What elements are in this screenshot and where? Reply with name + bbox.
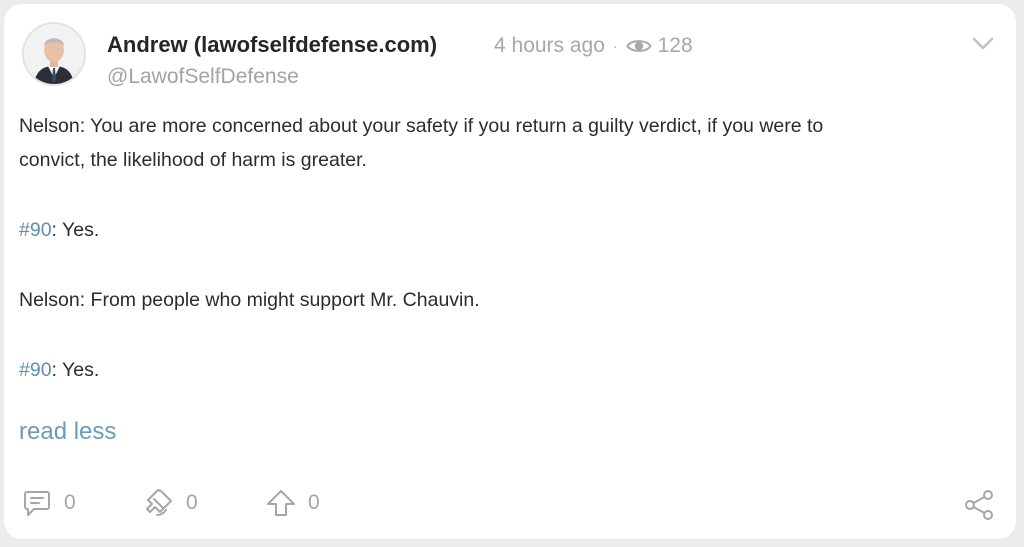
comment-button[interactable]: 0 (22, 488, 76, 518)
avatar[interactable] (22, 22, 86, 86)
upvote-arrow-icon (266, 488, 296, 518)
comment-icon (22, 488, 52, 518)
meta-separator: · (612, 38, 618, 54)
author-name[interactable]: Andrew (lawofselfdefense.com) (107, 32, 437, 58)
comment-count: 0 (64, 491, 76, 514)
post-text: : Yes. (51, 219, 100, 241)
post-paragraph: Nelson: You are more concerned about you… (19, 109, 823, 177)
eye-icon (625, 37, 652, 55)
chevron-down-icon[interactable] (970, 30, 996, 56)
repost-icon (144, 488, 174, 518)
post-text-line: Nelson: From people who might support Mr… (19, 289, 480, 311)
hashtag-link[interactable]: #90 (19, 219, 52, 241)
post-paragraph: #90: Yes. (19, 213, 99, 247)
post-text-line: Nelson: You are more concerned about you… (19, 115, 824, 137)
post-paragraph: Nelson: From people who might support Mr… (19, 283, 480, 317)
post-card: Andrew (lawofselfdefense.com) 4 hours ag… (4, 4, 1016, 539)
author-handle[interactable]: @LawofSelfDefense (107, 65, 299, 89)
post-text-line: convict, the likelihood of harm is great… (19, 149, 367, 171)
read-less-link[interactable]: read less (19, 418, 116, 446)
repost-button[interactable]: 0 (144, 488, 198, 518)
upvote-button[interactable]: 0 (266, 488, 320, 518)
view-count: 128 (657, 34, 693, 57)
post-meta: 4 hours ago · 128 (494, 34, 693, 58)
post-timestamp: 4 hours ago (494, 34, 605, 57)
share-icon[interactable] (962, 488, 996, 527)
post-paragraph: #90: Yes. (19, 353, 99, 387)
hashtag-link[interactable]: #90 (19, 359, 52, 381)
upvote-count: 0 (308, 491, 320, 514)
post-text: : Yes. (51, 359, 100, 381)
repost-count: 0 (186, 491, 198, 514)
